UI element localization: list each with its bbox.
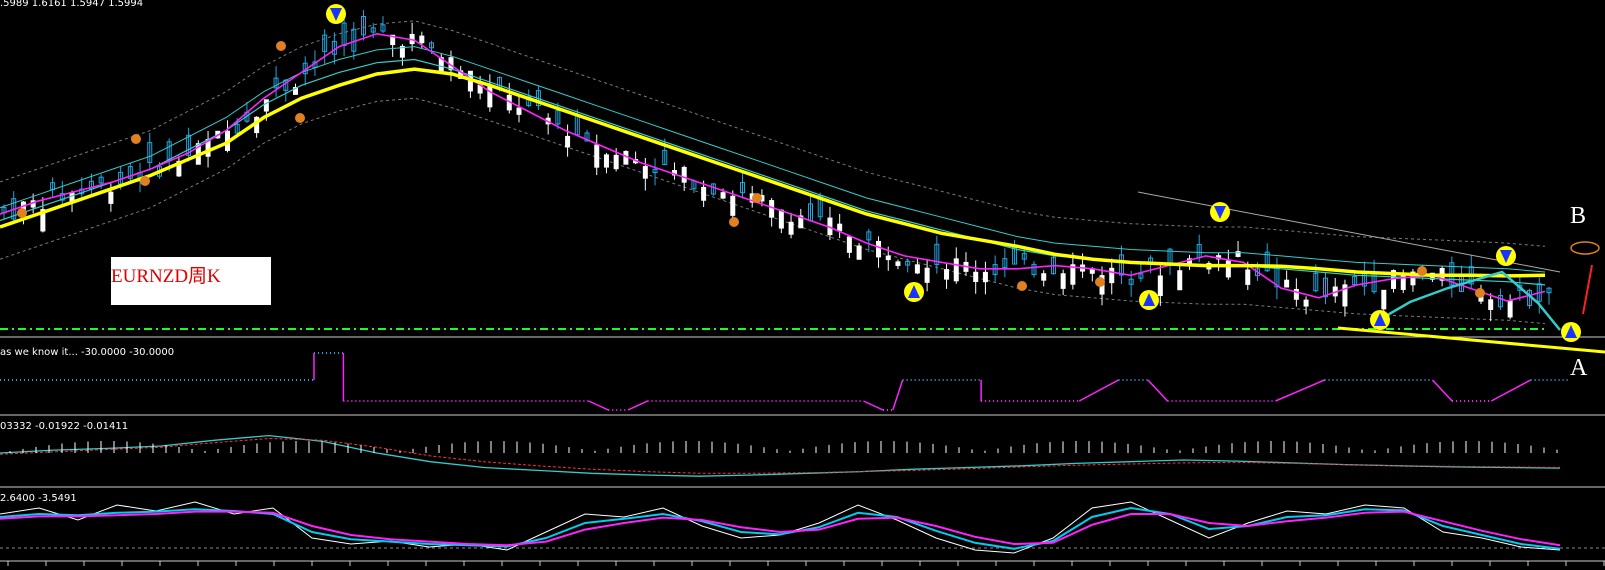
label-a: A [1570,355,1588,381]
candle-down [885,255,891,261]
stepline-transition [1078,379,1119,402]
annotation-ellipse [1570,241,1600,255]
candle-down [681,166,687,183]
candle-down [1284,279,1290,288]
candle-down [1109,267,1115,284]
stepline-transition [863,400,884,411]
stepline-transition [1275,379,1325,402]
candle-down [1225,260,1231,278]
candle-down [1488,299,1494,310]
candle-down [973,271,979,283]
moving-average-mid [0,58,1546,286]
candle-down [953,258,959,282]
oscillator-white-line [0,501,1561,554]
fractal-marker-dot [131,134,141,144]
candle-down [516,107,522,115]
fractal-marker-dot [729,217,739,227]
candle-down [594,144,600,168]
candle-down [876,240,882,258]
stepline-panel-title: as we know it... -30.0000 -30.0000 [0,347,175,358]
candle-down [856,245,862,260]
chart-root: .5989 1.6161 1.5947 1.5994 as we know it… [0,0,1605,566]
label-b: B [1570,203,1587,229]
candle-down [613,154,619,170]
candle-down [1245,269,1251,285]
candle-down [846,236,852,253]
candle-down [1381,289,1387,310]
fractal-marker-dot [17,208,27,218]
stepline-transition [892,379,904,411]
candle-down [788,221,794,235]
macd-signal-line [0,437,1561,474]
fractal-marker-dot [1017,281,1027,291]
stepline-transition [1147,379,1169,402]
oscillator-panel-title: 2.6400 -3.5491 [0,493,77,504]
fractal-marker-dot [140,176,150,186]
moving-average-mid-upper [0,46,1546,273]
candle-down [642,166,648,179]
fractal-marker-dot [752,193,762,203]
candle-down [565,135,571,148]
macd-line [0,434,1561,477]
candle-down [1177,270,1183,291]
candle-down [108,191,114,204]
candle-down [263,99,269,112]
candle-down [944,269,950,280]
candle-down [487,85,493,108]
resistance-trendline-b [1137,191,1561,273]
price-header: .5989 1.6161 1.5947 1.5994 [0,0,144,9]
macd-panel-title: 03332 -0.01922 -0.01411 [0,421,129,432]
oscillator-magenta-line [0,510,1561,547]
candle-down [730,195,736,216]
candle-down [895,261,901,266]
candle-down [720,192,726,199]
candle-down [778,209,784,229]
fractal-marker-dot [295,113,305,123]
candle-down [837,223,843,232]
candle-down [701,186,707,201]
candle-down [769,200,775,218]
symbol-label: EURNZD周K [111,257,271,305]
candle-down [1157,275,1163,297]
stepline-transition [627,400,648,411]
stepline-transition [1431,379,1453,402]
fractal-marker-dot [276,41,286,51]
candle-down [914,264,920,274]
candle-down [603,154,609,168]
candle-down [623,150,629,165]
candle-down [924,267,930,283]
candle-down [419,35,425,44]
candle-down [1507,300,1513,318]
stepline-transition [1490,379,1531,402]
moving-average-slow [0,67,1546,278]
fractal-marker-dot [1475,288,1485,298]
candle-down [1060,273,1066,289]
stepline-transition [588,400,609,411]
candle-down [1041,273,1047,281]
fractal-marker-dot [1095,277,1105,287]
annotation-red-line [1582,264,1593,315]
candle-down [1303,299,1309,307]
candle-down [982,271,988,283]
fractal-marker-dot [1417,266,1427,276]
